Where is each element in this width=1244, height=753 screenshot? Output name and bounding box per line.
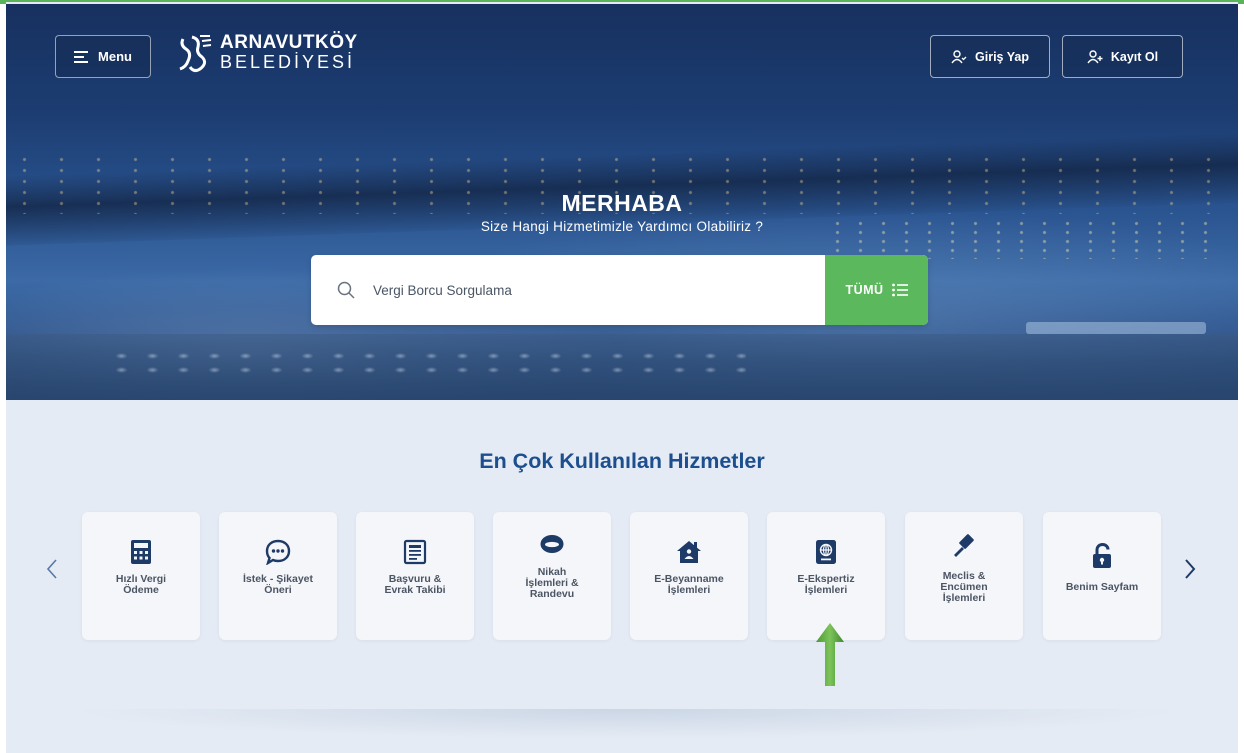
register-label: Kayıt Ol	[1110, 49, 1159, 64]
logo-mark-icon	[179, 35, 212, 73]
chevron-left-icon	[46, 559, 57, 579]
ring-icon	[538, 530, 566, 558]
user-plus-icon	[1087, 49, 1103, 63]
service-card-label: E-Beyanname İşlemleri	[654, 573, 724, 596]
unlock-icon	[1088, 542, 1116, 570]
services-title: En Çok Kullanılan Hizmetler	[479, 449, 765, 473]
logo-title: ARNAVUTKÖY	[220, 32, 358, 53]
service-card-label: Başvuru & Evrak Takibi	[384, 573, 446, 596]
service-card-e-expertise[interactable]: E-Ekspertiz İşlemleri	[767, 512, 885, 640]
hero-banner: Menu ARNAVUTKÖY BELEDİYESİ Giriş Yap Kay…	[6, 4, 1238, 400]
search-bar: TÜMÜ	[311, 255, 928, 325]
service-card-marriage[interactable]: Nikah İşlemleri & Randevu	[493, 512, 611, 640]
service-card-label: Benim Sayfam	[1065, 581, 1139, 593]
list-icon	[891, 283, 908, 297]
login-label: Giriş Yap	[975, 49, 1029, 64]
search-input[interactable]	[373, 275, 813, 305]
page: Menu ARNAVUTKÖY BELEDİYESİ Giriş Yap Kay…	[6, 2, 1238, 753]
hero-subtitle: Size Hangi Hizmetimizle Yardımcı Olabili…	[480, 219, 764, 234]
passport-icon	[812, 538, 840, 566]
service-card-application-tracking[interactable]: Başvuru & Evrak Takibi	[356, 512, 474, 640]
service-card-label: Meclis & Encümen İşlemleri	[940, 570, 988, 604]
logo[interactable]: ARNAVUTKÖY BELEDİYESİ	[178, 30, 358, 76]
all-label: TÜMÜ	[845, 283, 884, 297]
gavel-icon	[950, 532, 978, 560]
menu-label: Menu	[98, 49, 132, 64]
hero-title: MERHABA	[561, 190, 683, 216]
calculator-icon	[127, 538, 155, 566]
chat-bubble-icon	[264, 538, 292, 566]
service-card-label: Nikah İşlemleri & Randevu	[525, 566, 579, 600]
service-card-council[interactable]: Meclis & Encümen İşlemleri	[905, 512, 1023, 640]
carousel-next-button[interactable]	[1180, 555, 1200, 583]
house-icon	[675, 538, 703, 566]
service-card-quick-tax[interactable]: Hızlı Vergi Ödeme	[82, 512, 200, 640]
all-services-button[interactable]: TÜMÜ	[825, 255, 928, 325]
highlight-arrow-icon	[816, 623, 844, 686]
service-card-my-page[interactable]: Benim Sayfam	[1043, 512, 1161, 640]
chevron-right-icon	[1185, 559, 1196, 579]
service-card-e-declaration[interactable]: E-Beyanname İşlemleri	[630, 512, 748, 640]
logo-subtitle: BELEDİYESİ	[220, 52, 356, 72]
service-card-label: E-Ekspertiz İşlemleri	[797, 573, 855, 596]
document-icon	[401, 538, 429, 566]
menu-button[interactable]: Menu	[55, 35, 151, 78]
login-button[interactable]: Giriş Yap	[930, 35, 1050, 78]
hamburger-icon	[74, 50, 89, 63]
service-card-label: Hızlı Vergi Ödeme	[115, 573, 167, 596]
service-card-request-complaint[interactable]: İstek - Şikayet Öneri	[219, 512, 337, 640]
user-check-icon	[951, 49, 967, 63]
search-icon	[337, 281, 355, 299]
register-button[interactable]: Kayıt Ol	[1062, 35, 1183, 78]
service-card-label: İstek - Şikayet Öneri	[242, 573, 314, 596]
carousel-prev-button[interactable]	[42, 555, 62, 583]
